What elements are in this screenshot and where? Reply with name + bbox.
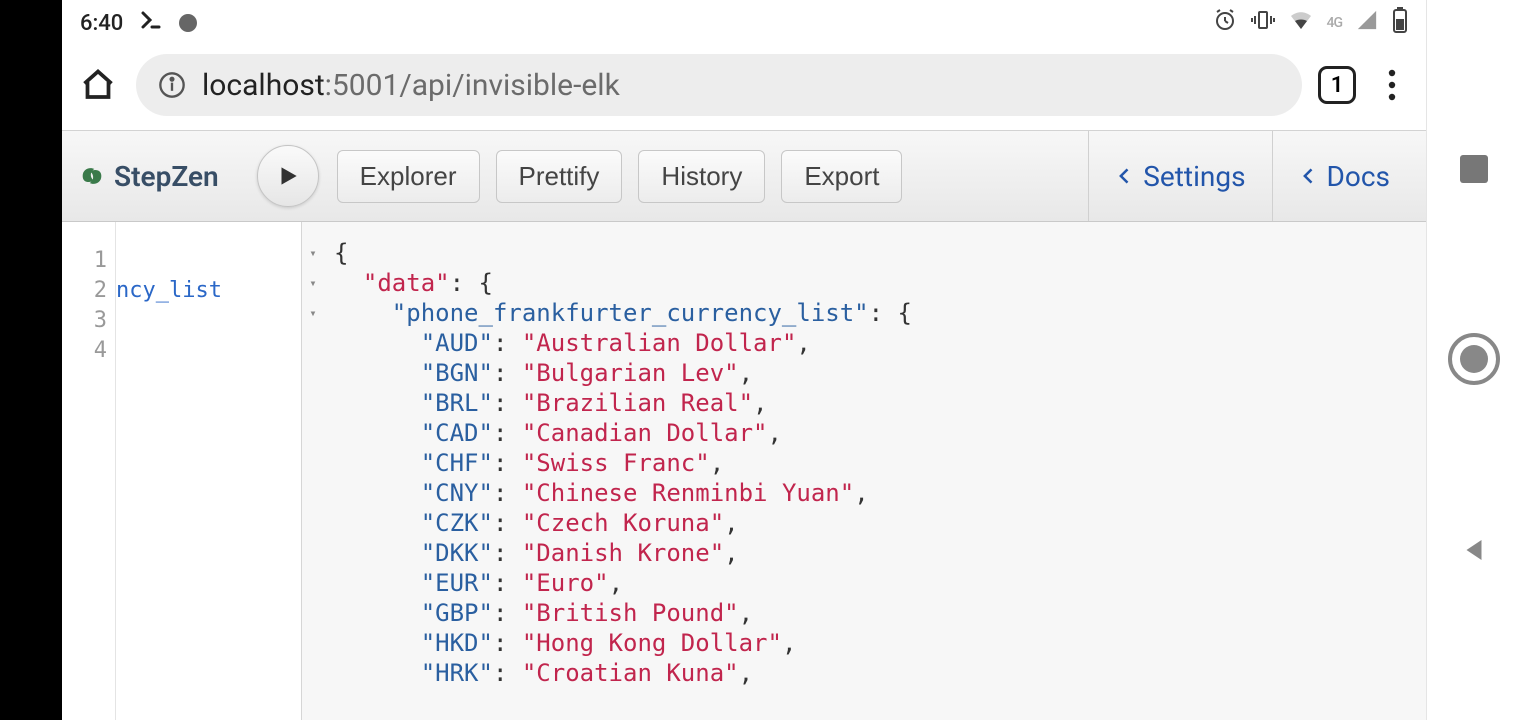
history-button[interactable]: History (638, 150, 765, 203)
settings-link[interactable]: Settings (1088, 131, 1271, 221)
docs-label: Docs (1327, 160, 1390, 193)
terminal-icon (139, 8, 163, 38)
fold-toggle[interactable]: ▾ (302, 268, 324, 298)
docs-link[interactable]: Docs (1272, 131, 1416, 221)
query-editor[interactable]: 1234 ncy_list (62, 222, 302, 720)
status-time: 6:40 (80, 11, 123, 36)
fold-toggle[interactable]: ▾ (302, 238, 324, 268)
chevron-left-icon (1115, 166, 1135, 186)
url-bar[interactable]: localhost:5001/api/invisible-elk (136, 54, 1302, 116)
back-button[interactable] (1459, 535, 1489, 565)
stepzen-logo-text: StepZen (114, 160, 219, 193)
editor-area: 1234 ncy_list ▾ ▾ ▾ { "data": { "phone_f… (62, 222, 1426, 720)
chevron-left-icon (1299, 166, 1319, 186)
home-button[interactable] (76, 63, 120, 107)
stepzen-logo: StepZen (72, 160, 225, 193)
browser-menu-button[interactable] (1372, 65, 1412, 105)
tabs-count: 1 (1331, 73, 1344, 98)
result-json[interactable]: { "data": { "phone_frankfurter_currency_… (324, 222, 1426, 720)
network-label: 4G (1327, 15, 1343, 31)
recents-button[interactable] (1460, 155, 1488, 183)
signal-icon (1356, 9, 1378, 37)
fold-toggle[interactable]: ▾ (302, 298, 324, 328)
line-gutter: 1234 (62, 222, 116, 720)
wifi-icon (1289, 8, 1313, 38)
graphiql-toolbar: StepZen Explorer Prettify History Export… (62, 130, 1426, 222)
home-nav-button[interactable] (1448, 333, 1500, 385)
execute-button[interactable] (257, 145, 319, 207)
result-pane: ▾ ▾ ▾ { "data": { "phone_frankfurter_cur… (302, 222, 1426, 720)
dot-icon (179, 14, 197, 32)
tabs-button[interactable]: 1 (1318, 66, 1356, 104)
fold-gutter[interactable]: ▾ ▾ ▾ (302, 222, 324, 720)
vibrate-icon (1251, 8, 1275, 38)
export-button[interactable]: Export (781, 150, 902, 203)
prettify-button[interactable]: Prettify (496, 150, 623, 203)
stepzen-logo-icon (78, 162, 106, 190)
explorer-button[interactable]: Explorer (337, 150, 480, 203)
device-bezel-left (0, 0, 62, 720)
battery-icon (1392, 7, 1408, 39)
android-nav-bar (1426, 0, 1520, 720)
site-info-icon[interactable] (156, 69, 188, 101)
status-bar: 6:40 4G (62, 0, 1426, 46)
alarm-icon (1213, 8, 1237, 38)
settings-label: Settings (1143, 160, 1245, 193)
url-text: localhost:5001/api/invisible-elk (202, 68, 620, 103)
query-code[interactable]: ncy_list (116, 222, 222, 720)
browser-chrome: localhost:5001/api/invisible-elk 1 (62, 46, 1426, 130)
